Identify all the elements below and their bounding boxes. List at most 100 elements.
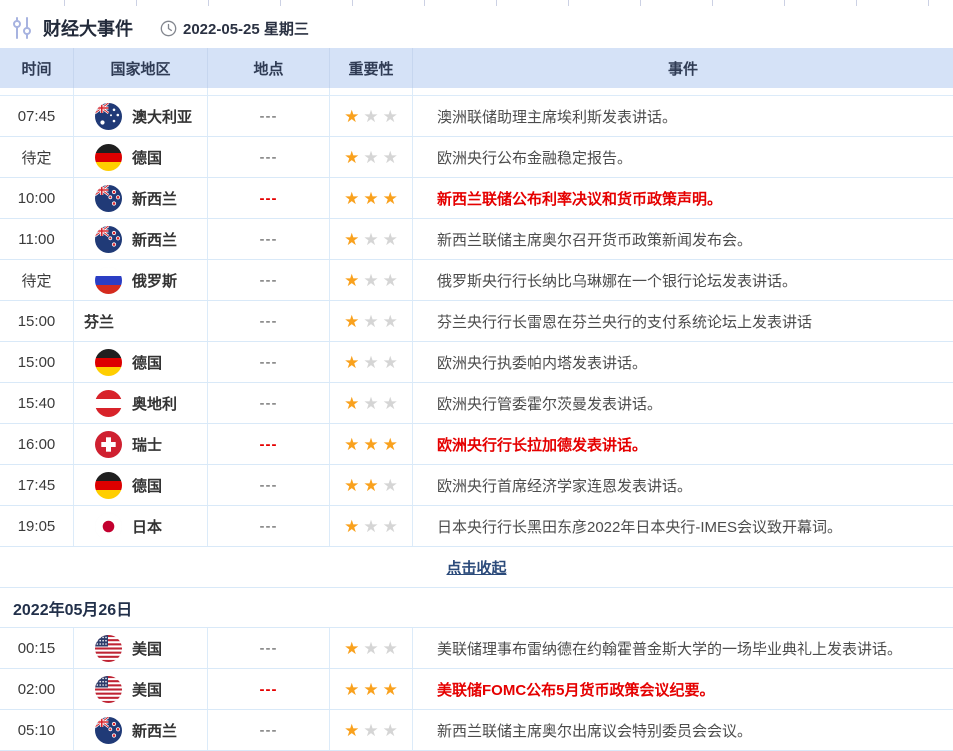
star-icon: ★: [344, 108, 359, 125]
star-icon: ★: [363, 477, 378, 494]
event-location: ---: [208, 96, 330, 136]
star-icon: ★: [363, 272, 378, 289]
star-icon: ★: [383, 108, 398, 125]
event-location: ---: [208, 506, 330, 546]
collapse-row: 点击收起: [0, 547, 953, 588]
event-row: 待定 俄罗斯---★★★俄罗斯央行行长纳比乌琳娜在一个银行论坛发表讲话。: [0, 260, 953, 301]
event-location: ---: [208, 260, 330, 300]
event-location: ---: [208, 219, 330, 259]
country-name: 美国: [132, 638, 162, 659]
importance-stars: ★★★: [330, 383, 413, 423]
page-title: 财经大事件: [43, 15, 133, 41]
flag-austria-icon: [95, 390, 122, 417]
star-icon: ★: [363, 354, 378, 371]
country-cell: 俄罗斯: [74, 260, 208, 300]
star-icon: ★: [363, 190, 378, 207]
star-icon: ★: [344, 149, 359, 166]
event-text: 日本央行行长黑田东彦2022年日本央行-IMES会议致开幕词。: [413, 506, 953, 546]
event-text: 欧洲央行管委霍尔茨曼发表讲话。: [413, 383, 953, 423]
collapse-link[interactable]: 点击收起: [446, 557, 506, 578]
importance-stars: ★★★: [330, 628, 413, 668]
importance-stars: ★★★: [330, 669, 413, 709]
country-name: 澳大利亚: [132, 106, 192, 127]
country-name: 新西兰: [132, 720, 177, 741]
star-icon: ★: [383, 518, 398, 535]
event-row: 15:40 奥地利---★★★欧洲央行管委霍尔茨曼发表讲话。: [0, 383, 953, 424]
col-header-importance: 重要性: [330, 48, 413, 88]
event-row: 11:00 新西兰---★★★新西兰联储主席奥尔召开货币政策新闻发布会。: [0, 219, 953, 260]
importance-stars: ★★★: [330, 301, 413, 341]
event-location: ---: [208, 669, 330, 709]
star-icon: ★: [363, 436, 378, 453]
event-row: 10:00 新西兰---★★★新西兰联储公布利率决议和货币政策声明。: [0, 178, 953, 219]
event-time: 07:45: [0, 96, 74, 136]
event-time: 11:00: [0, 219, 74, 259]
event-time: 10:00: [0, 178, 74, 218]
event-row: 15:00芬兰---★★★芬兰央行行长雷恩在芬兰央行的支付系统论坛上发表讲话: [0, 301, 953, 342]
event-time: 15:00: [0, 301, 74, 341]
flag-australia-icon: [95, 103, 122, 130]
star-icon: ★: [383, 190, 398, 207]
top-tick-marks: [0, 0, 953, 8]
event-text: 欧洲央行公布金融稳定报告。: [413, 137, 953, 177]
star-icon: ★: [383, 640, 398, 657]
country-cell: 澳大利亚: [74, 96, 208, 136]
event-location: ---: [208, 137, 330, 177]
country-cell: 德国: [74, 342, 208, 382]
country-name: 日本: [132, 516, 162, 537]
clock-icon: [160, 20, 177, 37]
star-icon: ★: [383, 395, 398, 412]
event-row: 00:15 美国---★★★美联储理事布雷纳德在约翰霍普金斯大学的一场毕业典礼上…: [0, 628, 953, 669]
flag-russia-icon: [95, 267, 122, 294]
star-icon: ★: [383, 436, 398, 453]
star-icon: ★: [344, 436, 359, 453]
star-icon: ★: [383, 477, 398, 494]
importance-stars: ★★★: [330, 96, 413, 136]
star-icon: ★: [383, 354, 398, 371]
event-text: 新西兰联储主席奥尔召开货币政策新闻发布会。: [413, 219, 953, 259]
event-row: 02:00 美国---★★★美联储FOMC公布5月货币政策会议纪要。: [0, 669, 953, 710]
event-time: 待定: [0, 137, 74, 177]
event-text: 美联储FOMC公布5月货币政策会议纪要。: [413, 669, 953, 709]
event-table-body: 07:45 澳大利亚---★★★澳洲联储助理主席埃利斯发表讲话。待定 德国---…: [0, 96, 953, 751]
country-cell: 奥地利: [74, 383, 208, 423]
country-cell: 日本: [74, 506, 208, 546]
country-cell: 美国: [74, 669, 208, 709]
event-text: 欧洲央行行长拉加德发表讲话。: [413, 424, 953, 464]
event-row: 待定 德国---★★★欧洲央行公布金融稳定报告。: [0, 137, 953, 178]
country-name: 德国: [132, 147, 162, 168]
importance-stars: ★★★: [330, 260, 413, 300]
event-text: 欧洲央行执委帕内塔发表讲话。: [413, 342, 953, 382]
col-header-country: 国家地区: [74, 48, 208, 88]
country-name: 德国: [132, 352, 162, 373]
event-time: 19:05: [0, 506, 74, 546]
star-icon: ★: [344, 681, 359, 698]
partial-row-sliver: [0, 88, 953, 96]
star-icon: ★: [363, 231, 378, 248]
country-cell: 德国: [74, 465, 208, 505]
importance-stars: ★★★: [330, 178, 413, 218]
star-icon: ★: [344, 722, 359, 739]
event-location: ---: [208, 628, 330, 668]
country-name: 奥地利: [132, 393, 177, 414]
importance-stars: ★★★: [330, 710, 413, 750]
event-time: 15:40: [0, 383, 74, 423]
event-time: 15:00: [0, 342, 74, 382]
current-date: 2022-05-25 星期三: [183, 18, 309, 39]
flag-new-zealand-icon: [95, 185, 122, 212]
star-icon: ★: [344, 354, 359, 371]
flag-germany-icon: [95, 144, 122, 171]
event-text: 欧洲央行首席经济学家连恩发表讲话。: [413, 465, 953, 505]
importance-stars: ★★★: [330, 424, 413, 464]
country-name: 德国: [132, 475, 162, 496]
flag-japan-icon: [95, 513, 122, 540]
col-header-time: 时间: [0, 48, 74, 88]
star-icon: ★: [383, 149, 398, 166]
table-header: 时间 国家地区 地点 重要性 事件: [0, 48, 953, 88]
star-icon: ★: [344, 477, 359, 494]
country-cell: 新西兰: [74, 710, 208, 750]
star-icon: ★: [363, 722, 378, 739]
country-name: 瑞士: [132, 434, 162, 455]
country-name: 芬兰: [84, 311, 114, 332]
importance-stars: ★★★: [330, 137, 413, 177]
